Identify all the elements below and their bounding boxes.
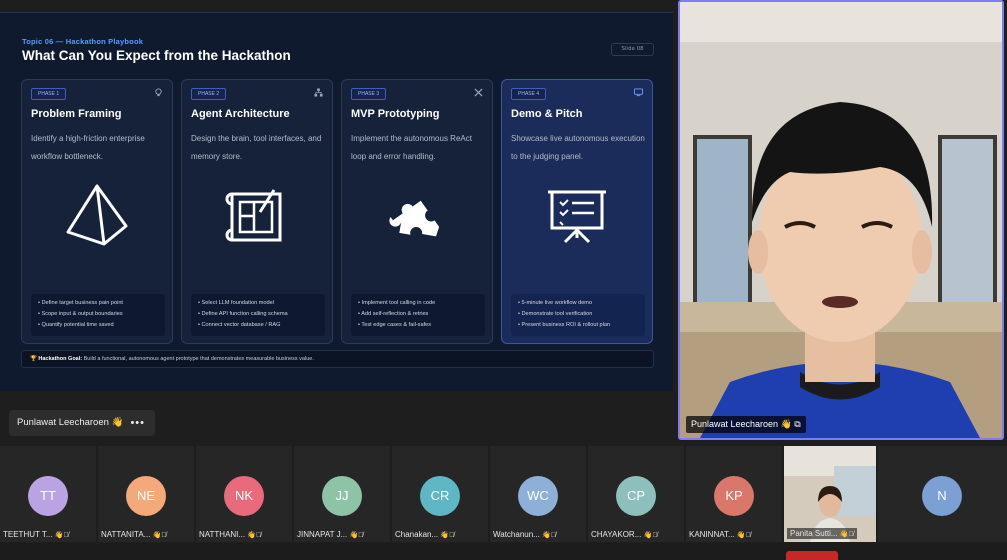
meeting-controls-bar [0, 543, 1007, 560]
speaker-video-frame [680, 2, 1002, 438]
phase-card-3: PHASE 3 MVP Prototyping Implement the au… [341, 79, 493, 344]
avatar: CP [616, 476, 656, 516]
participant-name: KANINNAT... 👋🎙̸ [689, 530, 751, 539]
phase-badge: PHASE 2 [191, 88, 227, 100]
slide-number: Slide 08 [611, 43, 654, 56]
bullet-item: • Add self-reflection & retries [358, 311, 429, 317]
pyramid-icon [66, 184, 128, 246]
phase-badge: PHASE 3 [351, 88, 387, 100]
phase-card-4: PHASE 4 Demo & Pitch Showcase live auton… [501, 79, 653, 344]
blueprint-icon [225, 189, 282, 242]
goal-text: Build a functional, autonomous agent pro… [83, 356, 314, 362]
self-name-pill[interactable]: Punlawat Leecharoen 👋 ••• [9, 410, 155, 436]
meeting-stage: Topic 06 — Hackathon Playbook What Can Y… [0, 0, 1007, 560]
participant-tile[interactable]: TT TEETHUT T... 👋🎙̸ [0, 446, 96, 542]
hackathon-goal-banner: 🏆 Hackathon Goal: Build a functional, au… [21, 350, 654, 368]
bullet-item: • Select LLM foundation model [198, 300, 274, 306]
avatar: NK [224, 476, 264, 516]
speaker-status-icons: 👋 ⧉ [780, 419, 801, 429]
muted-mic-icon: 👋🎙̸ [440, 532, 455, 539]
muted-mic-icon: 👋🎙̸ [736, 532, 751, 539]
participant-name: Chanakan... 👋🎙̸ [395, 530, 455, 539]
participant-name: TEETHUT T... 👋🎙̸ [3, 530, 69, 539]
participant-tile[interactable]: NK NATTHANI... 👋🎙̸ [196, 446, 292, 542]
participant-tile[interactable]: N [878, 446, 1007, 542]
card-title: MVP Prototyping [351, 108, 440, 120]
slide-title: What Can You Expect from the Hackathon [22, 48, 291, 63]
muted-mic-icon: 👋🎙̸ [247, 532, 262, 539]
monitor-icon [634, 88, 643, 97]
phase-card-1: PHASE 1 Problem Framing Identify a high-… [21, 79, 173, 344]
avatar: JJ [322, 476, 362, 516]
card-title: Demo & Pitch [511, 108, 583, 120]
bullet-item: • Connect vector database / RAG [198, 322, 281, 328]
card-bullets: • Select LLM foundation model • Define A… [191, 294, 325, 336]
card-bullets: • Define target business pain point • Sc… [31, 294, 165, 336]
muted-mic-icon: 👋🎙̸ [839, 531, 854, 538]
muted-mic-icon: 👋🎙̸ [349, 532, 364, 539]
muted-mic-icon: 👋🎙̸ [542, 532, 557, 539]
bullet-item: • Implement tool calling in code [358, 300, 436, 306]
speaker-video-tile[interactable]: Punlawat Leecharoen 👋 ⧉ [678, 0, 1004, 440]
self-name: Punlawat Leecharoen [17, 417, 109, 428]
card-description: Implement the autonomous ReAct loop and … [351, 134, 472, 161]
more-options-button[interactable]: ••• [130, 410, 145, 436]
bullet-item: • Present business ROI & rollout plan [518, 322, 611, 328]
avatar: WC [518, 476, 558, 516]
phase-badge: PHASE 1 [31, 88, 67, 100]
bullet-item: • Define API function calling schema [198, 311, 288, 317]
avatar: N [922, 476, 962, 516]
phase-card-2: PHASE 2 Agent Architecture Design the br… [181, 79, 333, 344]
participant-tile[interactable]: JJ JINNAPAT J... 👋🎙̸ [294, 446, 390, 542]
participant-name: JINNAPAT J... 👋🎙̸ [297, 530, 364, 539]
speaker-name-label: Punlawat Leecharoen 👋 ⧉ [686, 416, 806, 433]
participant-name: CHAYAKOR... 👋🎙̸ [591, 530, 658, 539]
leave-button[interactable] [786, 551, 838, 560]
card-title: Problem Framing [31, 108, 122, 120]
avatar: TT [28, 476, 68, 516]
slide-topic: Topic 06 — Hackathon Playbook [22, 37, 144, 46]
participant-name: NATTANITA... 👋🎙̸ [101, 530, 167, 539]
muted-mic-icon: 👋🎙̸ [152, 532, 167, 539]
shared-slide: Topic 06 — Hackathon Playbook What Can Y… [0, 12, 673, 391]
bullet-item: • Quantify potential time saved [38, 322, 114, 328]
card-description: Showcase live autonomous execution to th… [511, 134, 645, 161]
presentation-board-icon [548, 190, 606, 244]
participant-strip: TT TEETHUT T... 👋🎙̸ NE NATTANITA... 👋🎙̸ … [0, 446, 1007, 542]
puzzle-icon [389, 200, 440, 237]
participant-tile[interactable]: NE NATTANITA... 👋🎙̸ [98, 446, 194, 542]
card-bullets: • Implement tool calling in code • Add s… [351, 294, 485, 336]
participant-tile[interactable]: CP CHAYAKOR... 👋🎙̸ [588, 446, 684, 542]
avatar: CR [420, 476, 460, 516]
bullet-item: • 5-minute live workflow demo [518, 300, 593, 306]
card-description: Design the brain, tool interfaces, and m… [191, 134, 322, 161]
card-description: Identify a high-friction enterprise work… [31, 134, 145, 161]
participant-tile[interactable]: CR Chanakan... 👋🎙̸ [392, 446, 488, 542]
avatar: NE [126, 476, 166, 516]
participant-name: Panita Sutti... 👋🎙̸ [787, 528, 857, 539]
card-title: Agent Architecture [191, 108, 290, 120]
participant-tile[interactable]: KP KANINNAT... 👋🎙̸ [686, 446, 782, 542]
lightbulb-icon [155, 88, 162, 97]
trophy-icon: 🏆 [30, 356, 37, 362]
bullet-item: • Demonstrate tool verification [518, 311, 593, 317]
participant-name: NATTHANI... 👋🎙̸ [199, 530, 262, 539]
bullet-item: • Test edge cases & fail-safes [358, 322, 432, 328]
phase-badge: PHASE 4 [511, 88, 547, 100]
muted-mic-icon: 👋🎙̸ [54, 532, 69, 539]
participant-tile[interactable]: WC Watchanun... 👋🎙̸ [490, 446, 586, 542]
participant-video-tile[interactable]: Panita Sutti... 👋🎙̸ [784, 446, 876, 542]
bullet-item: • Scope input & output boundaries [38, 311, 123, 317]
tools-icon [474, 88, 483, 97]
muted-mic-icon: 👋🎙̸ [643, 532, 658, 539]
bullet-item: • Define target business pain point [38, 300, 123, 306]
avatar: KP [714, 476, 754, 516]
participant-name: Watchanun... 👋🎙̸ [493, 530, 557, 539]
goal-label: Hackathon Goal: [38, 356, 83, 362]
network-icon [314, 88, 323, 97]
card-bullets: • 5-minute live workflow demo • Demonstr… [511, 294, 645, 336]
hand-icon: 👋 [111, 417, 124, 428]
